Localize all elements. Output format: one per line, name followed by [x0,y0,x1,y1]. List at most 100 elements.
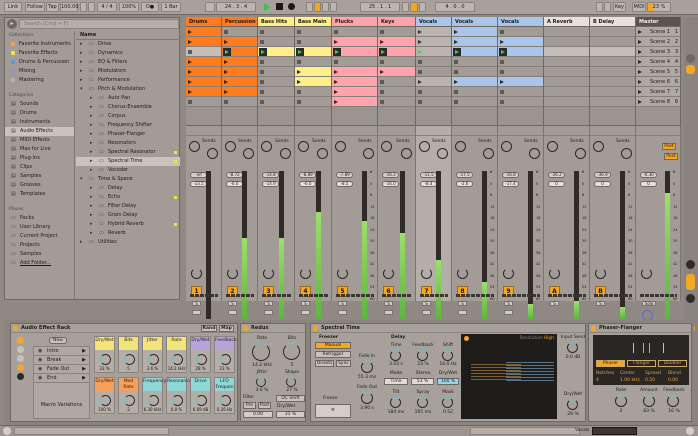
clip-play-icon[interactable] [224,90,228,94]
clip-slot[interactable] [222,97,257,107]
drywet-slider[interactable]: 31 % [276,411,305,418]
volume-display[interactable]: -16.8 [502,172,519,178]
clip-stop-icon[interactable] [454,90,458,94]
quantize-select[interactable]: 1 Bar [161,2,181,12]
browser-item[interactable]: ▸ ▭ Corpus [76,112,180,121]
volume-display[interactable]: -inf [190,172,207,178]
chain-select-icon[interactable] [17,346,24,353]
pan-display[interactable]: -6.0 [226,181,243,187]
category-item[interactable]: ▤ Grooves [5,181,74,190]
crossfade-assign[interactable] [382,294,412,297]
clip[interactable] [332,87,377,97]
punch-out-icon[interactable] [419,2,426,12]
collapsed-icon[interactable]: ▸ [90,202,96,211]
clip-stop-icon[interactable] [260,100,264,104]
send-a-knob[interactable] [455,141,466,152]
macro-knob[interactable] [148,354,159,365]
activator-icon[interactable] [263,268,274,279]
browser-item[interactable]: ▸ ▭ Performance [76,76,180,85]
clip-stop-icon[interactable] [297,30,301,34]
clip-playing[interactable] [222,47,257,57]
send-b-knob[interactable] [207,148,218,159]
clip-play-icon[interactable] [500,80,504,84]
clip[interactable] [295,77,331,87]
clip-play-icon[interactable] [418,80,422,84]
clip-slot[interactable] [416,67,451,77]
collapsed-icon[interactable]: ▸ [80,67,86,76]
notches-value[interactable]: 4 [596,378,599,383]
clip-play-icon[interactable] [454,30,458,34]
volume-display[interactable]: -8.89 [299,172,316,178]
clip-slot[interactable] [590,47,635,57]
browser-item[interactable]: ▸ ▭ Delay [76,184,180,193]
track-header[interactable]: Vocals [452,17,497,27]
clip[interactable] [295,67,331,77]
new-variation-button[interactable]: New [49,337,67,344]
send-a-knob[interactable] [419,141,430,152]
clip-playing[interactable] [258,47,294,57]
clip-play-icon[interactable] [334,40,338,44]
clip-playing-icon[interactable] [453,48,461,56]
clip-slot[interactable] [498,87,543,97]
solo-button[interactable]: S [458,301,467,306]
input-send-knob[interactable] [567,342,578,353]
clip-playing[interactable] [452,47,497,57]
clip-slot[interactable] [416,77,451,87]
collapsed-icon[interactable]: ▸ [90,211,96,220]
collection-item[interactable]: Favorite Effects [5,49,74,58]
macro-knob[interactable] [124,395,135,406]
clip-slot[interactable] [258,97,294,107]
browser-item[interactable]: ▸ ▭ Auto Pan [76,94,180,103]
clip-stop-icon[interactable] [500,90,504,94]
macro-knob[interactable] [196,354,207,365]
solo-button[interactable]: S [264,301,273,306]
browser-item[interactable]: ▸ ▭ Frequency Shifter [76,121,180,130]
pan-display[interactable]: -6.0 [299,181,316,187]
clip-slot[interactable] [452,87,497,97]
browser-item[interactable]: ▸ ▭ Dynamics [76,49,180,58]
follow-button[interactable]: Follow [25,2,45,12]
collapsed-icon[interactable]: ▸ [90,130,96,139]
macro-knob[interactable] [148,395,159,406]
variation-recall-icon[interactable]: ◉ [38,356,44,365]
scene-slot[interactable]: Scene 88 [636,97,680,107]
clip-playing-icon[interactable] [333,48,341,56]
category-item[interactable]: ▤ Audio Effects [5,127,74,136]
mixer-view-icon[interactable] [686,65,695,74]
activator-icon[interactable] [337,268,348,279]
clip-stop-icon[interactable] [500,30,504,34]
crossfade-assign[interactable] [420,294,448,297]
browser-toggle-icon[interactable]: ▸ [7,19,17,29]
clip[interactable] [222,37,257,47]
browser-item[interactable]: ▸ ▭ Vocoder [76,166,180,175]
clip-slot[interactable] [590,97,635,107]
clip[interactable] [222,57,257,67]
crossfade-assign[interactable] [548,294,586,297]
send-a-knob[interactable] [501,141,512,152]
macro-knob[interactable] [196,395,207,406]
mode-select[interactable]: Time [384,378,408,385]
session-record-icon[interactable] [330,2,337,12]
track-header[interactable]: Percussion [222,17,257,27]
scene-launch-icon[interactable] [638,90,642,94]
clip-play-icon[interactable] [418,50,422,54]
category-item[interactable]: ▤ Samples [5,172,74,181]
mask-knob[interactable] [442,397,453,408]
track-header[interactable]: Bass Main [295,17,331,27]
crossfade-assign[interactable] [640,294,677,297]
send-a-knob[interactable] [261,141,272,152]
track-header[interactable]: Master [636,17,680,27]
scene-slot[interactable]: Scene 44 [636,57,680,67]
clip-slot[interactable] [416,47,451,57]
send-b-knob[interactable] [529,148,540,159]
center-value[interactable]: 1.00 kHz [620,378,640,383]
clip-stop-icon[interactable] [297,100,301,104]
track-header[interactable]: Plucks [332,17,377,27]
send-b-knob[interactable] [483,148,494,159]
clip-stop-icon[interactable] [418,90,422,94]
fade-in-knob[interactable] [361,361,373,373]
feedback-knob[interactable] [667,395,679,407]
clip-slot[interactable] [332,57,377,67]
send-b-knob[interactable] [243,148,254,159]
clip-slot[interactable] [416,37,451,47]
